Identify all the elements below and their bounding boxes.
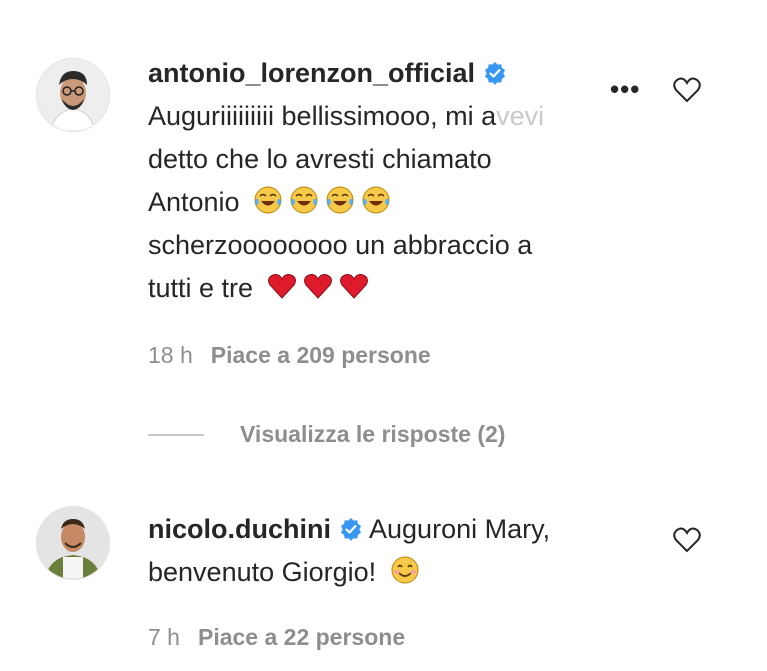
heart-outline-icon[interactable] xyxy=(672,75,702,105)
tears-of-joy-emoji-icon xyxy=(290,186,318,214)
tears-of-joy-emoji-icon xyxy=(326,186,354,214)
smiling-emoji-icon xyxy=(391,556,419,584)
comment-line-4: Antonio xyxy=(148,181,628,224)
comment-line-2: Auguriiiiiiiii bellissimooo, mi avevi xyxy=(148,101,545,131)
comment-nicolo: nicolo.duchini Auguroni Mary, benvenuto … xyxy=(148,508,628,594)
comment-antonio: antonio_lorenzon_official Auguriiiiiiiii… xyxy=(148,52,628,310)
red-heart-emoji-icon xyxy=(339,274,368,299)
comment-line-6: tutti e tre xyxy=(148,267,628,310)
comment-meta-antonio: 18 h Piace a 209 persone xyxy=(148,342,431,369)
tears-of-joy-emoji-icon xyxy=(254,186,282,214)
comment-time: 18 h xyxy=(148,342,193,368)
likes-count-button[interactable]: Piace a 22 persone xyxy=(198,624,405,650)
comment-line-1: antonio_lorenzon_official xyxy=(148,52,628,95)
more-options-icon[interactable]: ••• xyxy=(610,74,640,105)
view-replies-label: Visualizza le risposte (2) xyxy=(240,421,506,447)
heart-outline-icon[interactable] xyxy=(672,525,702,555)
replies-divider xyxy=(148,433,204,436)
verified-badge-icon xyxy=(485,62,506,85)
tears-of-joy-emoji-icon xyxy=(362,186,390,214)
username-nicolo[interactable]: nicolo.duchini xyxy=(148,514,331,544)
username-antonio[interactable]: antonio_lorenzon_official xyxy=(148,58,475,88)
comment-line-1: nicolo.duchini Auguroni Mary, xyxy=(148,514,551,544)
comment-line-2: benvenuto Giorgio! xyxy=(148,551,628,594)
avatar-nicolo[interactable] xyxy=(36,506,110,580)
view-replies-button[interactable]: Visualizza le risposte (2) xyxy=(148,421,505,448)
verified-badge-icon xyxy=(341,518,361,541)
avatar-antonio[interactable] xyxy=(36,58,110,132)
comment-line-5: scherzoooooooo un abbraccio a xyxy=(148,230,533,260)
red-heart-emoji-icon xyxy=(267,274,296,299)
red-heart-emoji-icon xyxy=(303,274,332,299)
comment-line-3: detto che lo avresti chiamato xyxy=(148,144,492,174)
comment-time: 7 h xyxy=(148,624,180,650)
comment-meta-nicolo: 7 h Piace a 22 persone xyxy=(148,624,405,651)
likes-count-button[interactable]: Piace a 209 persone xyxy=(211,342,431,368)
